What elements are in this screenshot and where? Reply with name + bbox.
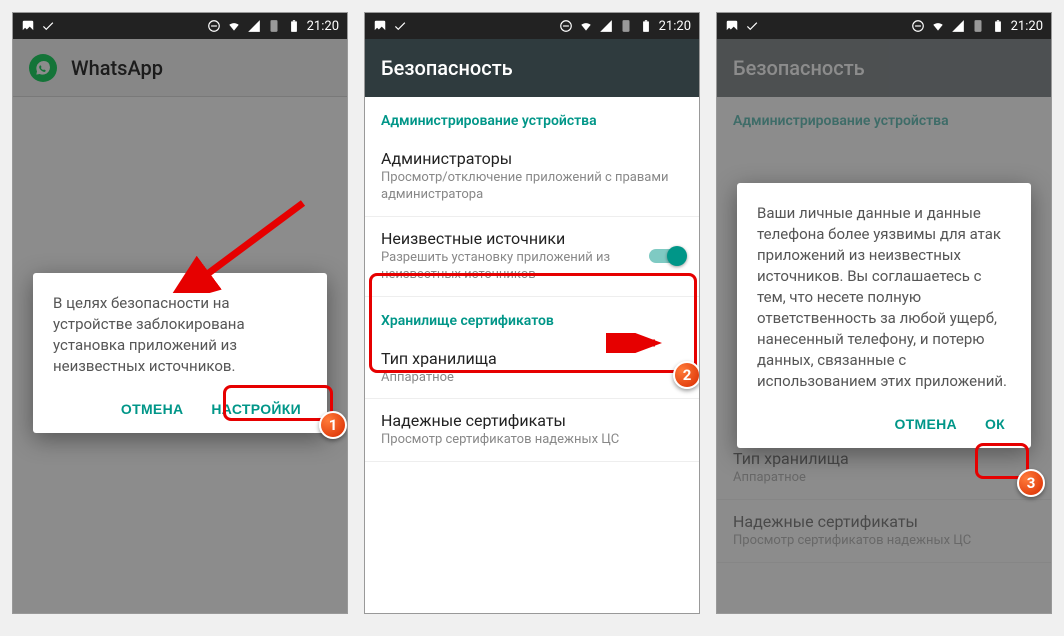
phone-screen-1: 21:20 WhatsApp В целях безопасности на у… xyxy=(12,12,348,614)
cancel-button[interactable]: ОТМЕНА xyxy=(888,410,962,438)
step-badge-1: 1 xyxy=(319,411,347,439)
check-icon xyxy=(745,19,759,33)
status-time: 21:20 xyxy=(1011,19,1043,34)
image-icon xyxy=(21,19,35,33)
item-title: Надежные сертификаты xyxy=(381,411,683,430)
image-icon xyxy=(373,19,387,33)
battery-icon xyxy=(639,19,653,33)
item-title: Неизвестные источники xyxy=(381,229,639,248)
settings-list[interactable]: Администрирование устройства Администрат… xyxy=(365,97,699,462)
battery-icon xyxy=(287,19,301,33)
item-unknown-sources[interactable]: Неизвестные источники Разрешить установк… xyxy=(365,217,699,297)
check-icon xyxy=(393,19,407,33)
item-trusted-certs[interactable]: Надежные сертификаты Просмотр сертификат… xyxy=(365,399,699,462)
item-title: Тип хранилища xyxy=(381,349,683,368)
signal-icon xyxy=(599,19,613,33)
step-badge-2: 2 xyxy=(673,361,700,389)
status-time: 21:20 xyxy=(659,19,691,34)
phone-screen-3: 21:20 Безопасность Администрирование уст… xyxy=(716,12,1052,614)
status-time: 21:20 xyxy=(307,19,339,34)
ok-button[interactable]: ОК xyxy=(979,410,1011,438)
sim-icon xyxy=(267,19,281,33)
wifi-icon xyxy=(227,19,241,33)
status-bar: 21:20 xyxy=(717,13,1051,39)
item-admins[interactable]: Администраторы Просмотр/отключение прило… xyxy=(365,137,699,217)
battery-icon xyxy=(991,19,1005,33)
item-subtitle: Разрешить установку приложений из неизве… xyxy=(381,250,639,284)
sim-icon xyxy=(619,19,633,33)
section-device-admin: Администрирование устройства xyxy=(365,97,699,137)
status-bar: 21:20 xyxy=(365,13,699,39)
image-icon xyxy=(725,19,739,33)
item-subtitle: Просмотр/отключение приложений с правами… xyxy=(381,170,683,204)
dialog-message: Ваши личные данные и данные телефона бол… xyxy=(757,203,1011,392)
sim-icon xyxy=(971,19,985,33)
cancel-button[interactable]: ОТМЕНА xyxy=(115,395,189,423)
dnd-icon xyxy=(559,19,573,33)
blocked-install-dialog: В целях безопасности на устройстве забло… xyxy=(33,273,327,433)
check-icon xyxy=(41,19,55,33)
phone-screen-2: 21:20 Безопасность Администрирование уст… xyxy=(364,12,700,614)
dnd-icon xyxy=(911,19,925,33)
item-subtitle: Просмотр сертификатов надежных ЦС xyxy=(381,432,683,449)
section-cert-store: Хранилище сертификатов xyxy=(365,297,699,337)
unknown-sources-toggle[interactable] xyxy=(649,246,685,266)
settings-button[interactable]: НАСТРОЙКИ xyxy=(205,395,307,423)
confirm-unknown-sources-dialog: Ваши личные данные и данные телефона бол… xyxy=(737,183,1031,448)
settings-appbar: Безопасность xyxy=(365,39,699,97)
step-badge-3: 3 xyxy=(1017,469,1045,497)
dnd-icon xyxy=(207,19,221,33)
item-title: Администраторы xyxy=(381,149,683,168)
item-storage-type[interactable]: Тип хранилища Аппаратное xyxy=(365,337,699,400)
wifi-icon xyxy=(931,19,945,33)
page-title: Безопасность xyxy=(381,56,513,80)
wifi-icon xyxy=(579,19,593,33)
signal-icon xyxy=(951,19,965,33)
item-subtitle: Аппаратное xyxy=(381,370,683,387)
status-bar: 21:20 xyxy=(13,13,347,39)
dialog-message: В целях безопасности на устройстве забло… xyxy=(53,293,307,377)
signal-icon xyxy=(247,19,261,33)
